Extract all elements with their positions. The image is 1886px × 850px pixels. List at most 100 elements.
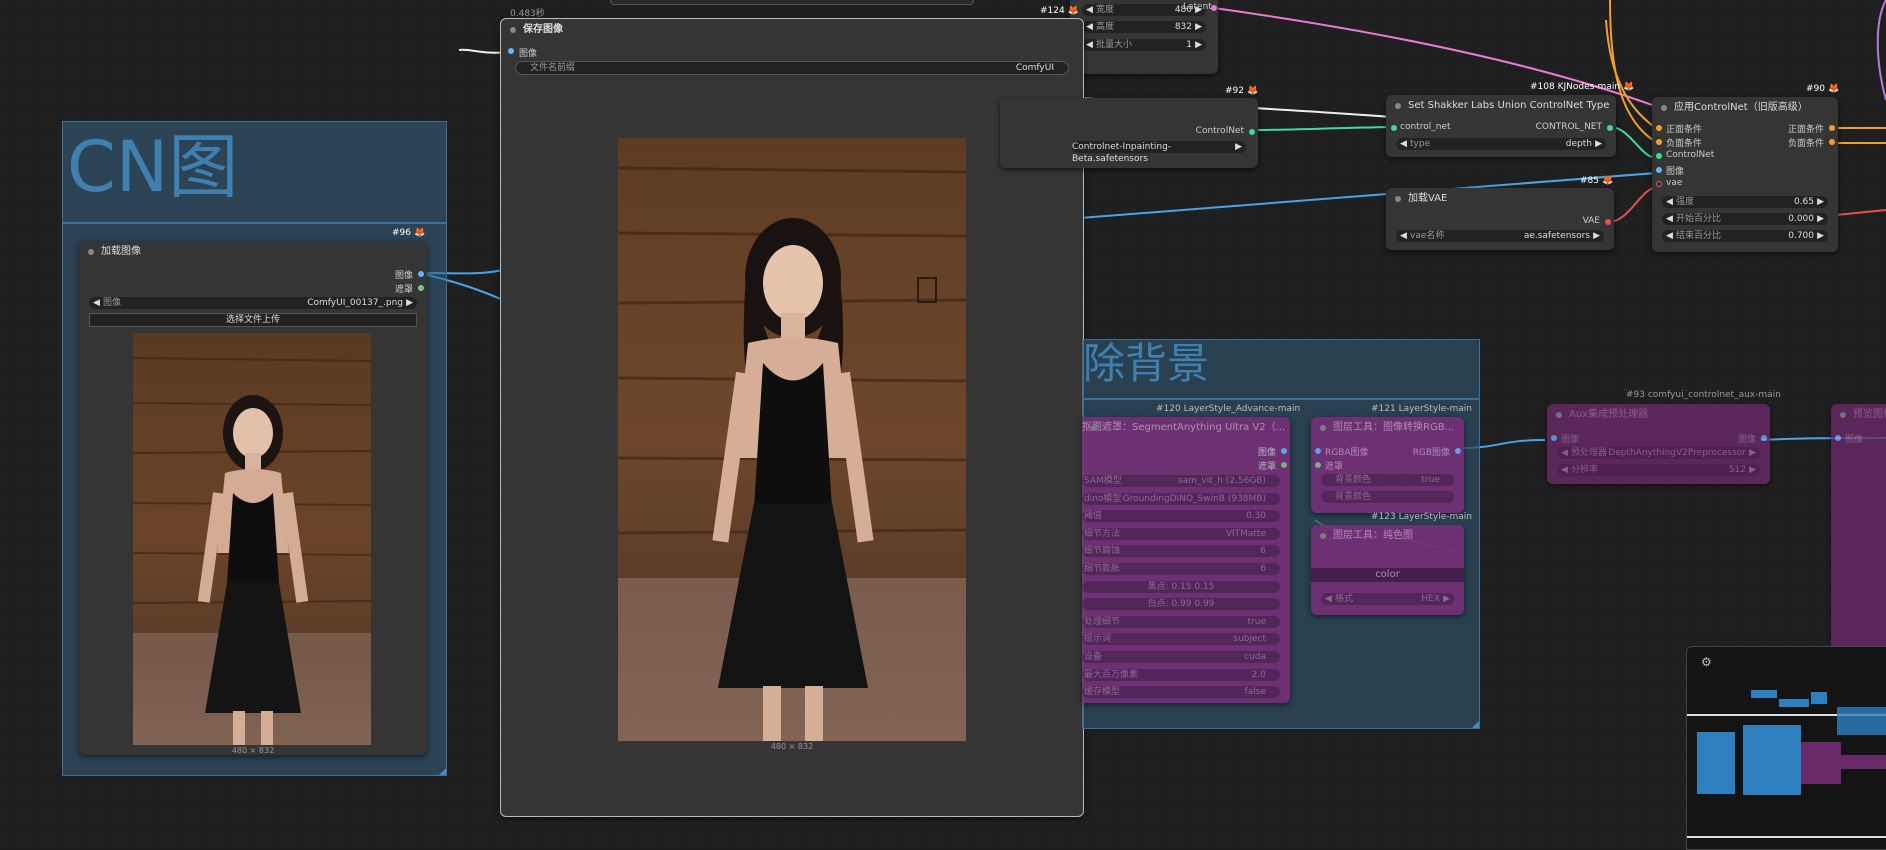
vae-output-dot[interactable]	[1605, 219, 1611, 225]
node-title[interactable]: 应用ControlNet（旧版高级）	[1652, 97, 1838, 119]
node-title[interactable]: Set Shakker Labs Union ControlNet Type	[1386, 95, 1616, 117]
load-image-node[interactable]: 加载图像 图像 遮罩 ◀ 图像 ComfyUI_00137_.png ▶ 选择文…	[79, 241, 427, 755]
minimap[interactable]: ⚙	[1686, 646, 1886, 850]
option-label: 最大百万像素	[1084, 669, 1139, 680]
node-title[interactable]: 加载图像	[79, 241, 427, 263]
node-title[interactable]: 图层工具：纯色图	[1311, 525, 1464, 547]
bg-color-toggle[interactable]: 背景颜色 true	[1321, 474, 1454, 486]
negative-output-label: 负面条件	[1787, 139, 1824, 149]
node-badge: #124 🦊	[1040, 6, 1079, 16]
height-widget[interactable]: ◀ 高度 832 ▶	[1082, 21, 1206, 33]
sam-option-row[interactable]: 细节方法 VITMatte	[1082, 527, 1280, 540]
sam-option-row[interactable]: 黑点: 0.15 0.15	[1082, 580, 1280, 593]
sam-option-row[interactable]: SAM模型 sam_vit_h (2.56GB)	[1082, 475, 1280, 487]
bg-color-input[interactable]: 背景颜色	[1321, 491, 1454, 503]
node-title[interactable]: 抠图遮罩：SegmentAnything Ultra V2（...	[1082, 417, 1290, 439]
image-input-dot[interactable]	[1835, 435, 1841, 441]
latent-output-dot[interactable]	[1211, 5, 1217, 11]
end-percent-widget[interactable]: ◀ 结束百分比 0.700 ▶	[1662, 230, 1828, 242]
image-to-rgb-node[interactable]: 图层工具：图像转换RGB... RGBA图像 遮罩 RGB图像 背景颜色 true…	[1311, 417, 1464, 513]
node-title[interactable]: 加载VAE	[1386, 188, 1614, 210]
positive-output-label: 正面条件	[1787, 125, 1824, 135]
controlnet-input-dot[interactable]	[1656, 153, 1662, 159]
group-bg-title: 除背景	[1083, 339, 1210, 388]
wire-vae	[1609, 186, 1657, 223]
minimap-settings-icon[interactable]: ⚙	[1701, 655, 1715, 669]
sam-option-row[interactable]: 提示词 subject	[1082, 633, 1280, 646]
option-label: 细节膨胀	[1084, 564, 1121, 574]
sam-option-row[interactable]: 细节膨胀 6	[1082, 563, 1280, 575]
image-input-dot[interactable]	[1656, 167, 1662, 173]
node-badge: #96 🦊	[392, 228, 426, 238]
format-select[interactable]: ◀ 格式 HEX ▶	[1321, 593, 1454, 605]
controlnet-name-select[interactable]: Controlnet-Inpainting-Beta.safetensors ▶	[1072, 141, 1246, 164]
output-image-label: 图像	[394, 271, 413, 281]
group-resize-handle[interactable]	[1472, 721, 1479, 728]
vae-name-select[interactable]: ◀ vae名称 ae.safetensors ▶	[1396, 230, 1604, 242]
sam-option-row[interactable]: 白点: 0.99 0.99	[1082, 598, 1280, 611]
sam-option-row[interactable]: dino模型 GroundingDINO_SwinB (938MB)	[1082, 492, 1280, 505]
negative-output-dot[interactable]	[1829, 139, 1835, 145]
shakker-controlnet-type-node[interactable]: Set Shakker Labs Union ControlNet Type c…	[1386, 95, 1616, 157]
preprocessor-select[interactable]: ◀ 预处理器 DepthAnythingV2Preprocessor ▶	[1557, 447, 1760, 459]
node-title[interactable]: 图层工具：图像转换RGB...	[1311, 417, 1464, 439]
image-output-dot[interactable]	[1761, 435, 1767, 441]
resolution-widget[interactable]: ◀ 分辨率 512 ▶	[1557, 464, 1760, 476]
strength-widget[interactable]: ◀ 强度 0.65 ▶	[1662, 196, 1828, 208]
output-image-dot[interactable]	[1281, 448, 1287, 454]
output-mask-dot[interactable]	[418, 285, 424, 291]
save-image-node[interactable]: 保存图像 图像 文件名前缀 ComfyUI 480 × 832	[500, 18, 1084, 817]
node-title[interactable]: 预览图像	[1831, 404, 1886, 426]
option-value: subject	[1233, 634, 1266, 645]
upload-file-button[interactable]: 选择文件上传	[89, 313, 417, 327]
output-mask-label: 遮罩	[1257, 462, 1276, 472]
segment-anything-node[interactable]: 抠图遮罩：SegmentAnything Ultra V2（... 图像 遮罩 …	[1082, 417, 1290, 703]
option-label: SAM模型	[1084, 476, 1122, 486]
preview-image-node[interactable]: 预览图像 图像	[1831, 404, 1886, 664]
rgb-output-dot[interactable]	[1455, 448, 1461, 454]
batch-size-widget[interactable]: ◀ 批量大小 1 ▶	[1082, 39, 1206, 51]
node-title[interactable]: 保存图像	[501, 19, 1083, 41]
negative-input-dot[interactable]	[1656, 139, 1662, 145]
aux-preprocessor-node[interactable]: Aux集成预处理器 图像 图像 ◀ 预处理器 DepthAnythingV2Prep…	[1547, 404, 1770, 484]
load-vae-node[interactable]: 加载VAE VAE ◀ vae名称 ae.safetensors ▶	[1386, 188, 1614, 250]
controlnet-loader-node[interactable]: ControlNet Controlnet-Inpainting-Beta.sa…	[1000, 98, 1258, 168]
wire-cond-2	[1609, 0, 1657, 143]
image-input-label: 图像	[1666, 167, 1685, 177]
sam-option-row[interactable]: 阈值 0.30	[1082, 510, 1280, 523]
color-swatch[interactable]: color	[1311, 568, 1464, 582]
option-label: 细节腐蚀	[1084, 546, 1121, 557]
arrow-right-icon[interactable]: ▶	[406, 297, 413, 309]
input-image-dot[interactable]	[508, 48, 514, 54]
image-input-dot[interactable]	[1551, 435, 1557, 441]
positive-input-dot[interactable]	[1656, 125, 1662, 131]
sam-option-row[interactable]: 最大百万像素 2.0	[1082, 668, 1280, 681]
image-file-select[interactable]: ◀ 图像 ComfyUI_00137_.png ▶	[89, 297, 417, 309]
mask-input-dot[interactable]	[1315, 462, 1321, 468]
sam-option-row[interactable]: 细节腐蚀 6	[1082, 545, 1280, 558]
positive-output-dot[interactable]	[1829, 125, 1835, 131]
solid-color-node[interactable]: 图层工具：纯色图 color ◀ 格式 HEX ▶	[1311, 525, 1464, 615]
type-select[interactable]: ◀ type depth ▶	[1396, 138, 1606, 150]
option-value: 白点: 0.99 0.99	[1147, 599, 1215, 610]
group-resize-handle[interactable]	[439, 768, 446, 775]
output-image-dot[interactable]	[418, 271, 424, 277]
minimap-node	[1697, 732, 1735, 794]
arrow-left-icon[interactable]: ◀	[93, 297, 100, 309]
rgba-input-dot[interactable]	[1315, 448, 1321, 454]
vae-input-dot[interactable]	[1656, 181, 1662, 187]
option-value: true	[1247, 616, 1266, 627]
apply-controlnet-node[interactable]: 应用ControlNet（旧版高级） 正面条件 负面条件 ControlNet …	[1652, 97, 1838, 252]
filename-prefix-input[interactable]: 文件名前缀 ComfyUI	[515, 61, 1069, 75]
sam-option-row[interactable]: 设备 cuda	[1082, 651, 1280, 663]
node-title[interactable]: Aux集成预处理器	[1547, 404, 1770, 426]
controlnet-output-dot[interactable]	[1249, 129, 1255, 135]
controlnet-input-dot[interactable]	[1391, 125, 1397, 131]
sam-option-row[interactable]: 缓存模型 false	[1082, 686, 1280, 699]
controlnet-output-dot[interactable]	[1607, 125, 1613, 131]
output-mask-dot[interactable]	[1281, 462, 1287, 468]
sam-option-row[interactable]: 处理细节 true	[1082, 615, 1280, 628]
group-cn-divider	[63, 222, 446, 224]
start-percent-widget[interactable]: ◀ 开始百分比 0.000 ▶	[1662, 213, 1828, 225]
minimap-node	[1751, 690, 1777, 698]
